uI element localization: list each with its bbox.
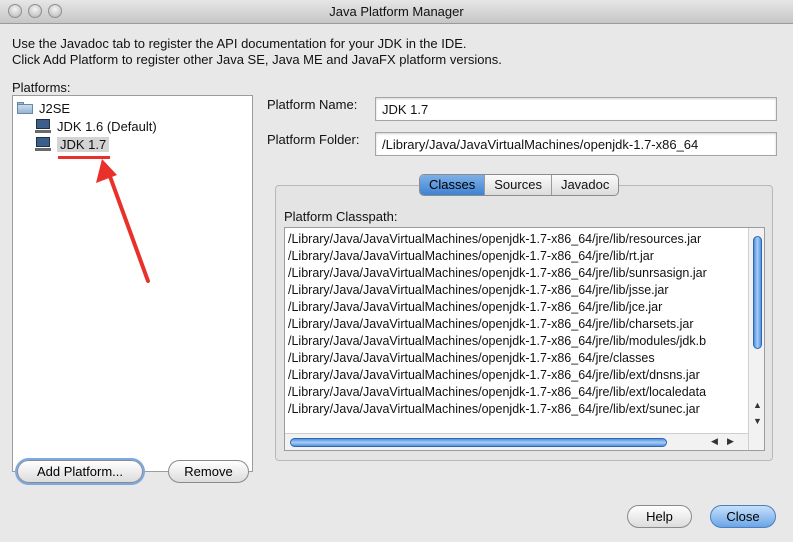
help-button[interactable]: Help bbox=[627, 505, 692, 528]
tree-node-jdk-1-7[interactable]: JDK 1.7 bbox=[35, 135, 110, 153]
horizontal-scrollbar[interactable]: ◀ ▶ bbox=[285, 433, 748, 450]
dialog-content: Use the Javadoc tab to register the API … bbox=[0, 24, 793, 542]
list-item[interactable]: /Library/Java/JavaVirtualMachines/openjd… bbox=[288, 265, 707, 282]
intro-text: Use the Javadoc tab to register the API … bbox=[12, 36, 502, 68]
intro-line-1: Use the Javadoc tab to register the API … bbox=[12, 36, 467, 51]
tree-node-label-selected: JDK 1.7 bbox=[57, 136, 110, 152]
tree-node-label: J2SE bbox=[39, 100, 71, 116]
list-item[interactable]: /Library/Java/JavaVirtualMachines/openjd… bbox=[288, 384, 706, 401]
platform-name-field[interactable]: JDK 1.7 bbox=[375, 97, 777, 121]
window-title: Java Platform Manager bbox=[329, 4, 464, 19]
list-item[interactable]: /Library/Java/JavaVirtualMachines/openjd… bbox=[288, 248, 654, 265]
tree-node-jdk-1-6[interactable]: JDK 1.6 (Default) bbox=[35, 117, 157, 135]
list-item[interactable]: /Library/Java/JavaVirtualMachines/openjd… bbox=[288, 401, 700, 418]
close-button[interactable]: Close bbox=[710, 505, 776, 528]
scroll-left-icon[interactable]: ◀ bbox=[711, 436, 718, 447]
platform-icon bbox=[35, 119, 51, 133]
tab-sources[interactable]: Sources bbox=[485, 175, 552, 195]
title-bar: Java Platform Manager bbox=[0, 0, 793, 24]
platform-folder-label: Platform Folder: bbox=[267, 132, 360, 147]
list-item[interactable]: /Library/Java/JavaVirtualMachines/openjd… bbox=[288, 231, 701, 248]
classpath-list[interactable]: /Library/Java/JavaVirtualMachines/openjd… bbox=[284, 227, 765, 451]
platform-folder-field[interactable]: /Library/Java/JavaVirtualMachines/openjd… bbox=[375, 132, 777, 156]
intro-line-2: Click Add Platform to register other Jav… bbox=[12, 52, 502, 67]
remove-button[interactable]: Remove bbox=[168, 460, 249, 483]
tab-javadoc[interactable]: Javadoc bbox=[552, 175, 618, 195]
platform-icon bbox=[35, 137, 51, 151]
tree-node-label: JDK 1.6 (Default) bbox=[57, 118, 157, 134]
platform-name-label: Platform Name: bbox=[267, 97, 358, 112]
list-item[interactable]: /Library/Java/JavaVirtualMachines/openjd… bbox=[288, 350, 655, 367]
list-item[interactable]: /Library/Java/JavaVirtualMachines/openjd… bbox=[288, 333, 706, 350]
list-item[interactable]: /Library/Java/JavaVirtualMachines/openjd… bbox=[288, 299, 662, 316]
tab-bar: Classes Sources Javadoc bbox=[419, 174, 620, 196]
vertical-scrollbar[interactable]: ▲ ▼ bbox=[748, 228, 764, 450]
list-item[interactable]: /Library/Java/JavaVirtualMachines/openjd… bbox=[288, 282, 669, 299]
folder-icon bbox=[17, 102, 33, 114]
add-platform-button[interactable]: Add Platform... bbox=[17, 460, 143, 483]
vertical-scroll-thumb[interactable] bbox=[753, 236, 762, 349]
annotation-arrow-icon bbox=[96, 159, 150, 283]
classpath-label: Platform Classpath: bbox=[284, 209, 398, 224]
tab-classes[interactable]: Classes bbox=[420, 175, 486, 195]
tree-node-j2se[interactable]: J2SE bbox=[17, 99, 70, 117]
scroll-up-icon[interactable]: ▲ bbox=[753, 400, 762, 410]
list-item[interactable]: /Library/Java/JavaVirtualMachines/openjd… bbox=[288, 367, 700, 384]
horizontal-scroll-thumb[interactable] bbox=[290, 438, 667, 447]
platforms-label: Platforms: bbox=[12, 80, 71, 95]
scroll-down-icon[interactable]: ▼ bbox=[753, 416, 762, 426]
scroll-right-icon[interactable]: ▶ bbox=[727, 436, 734, 447]
list-item[interactable]: /Library/Java/JavaVirtualMachines/openjd… bbox=[288, 316, 694, 333]
